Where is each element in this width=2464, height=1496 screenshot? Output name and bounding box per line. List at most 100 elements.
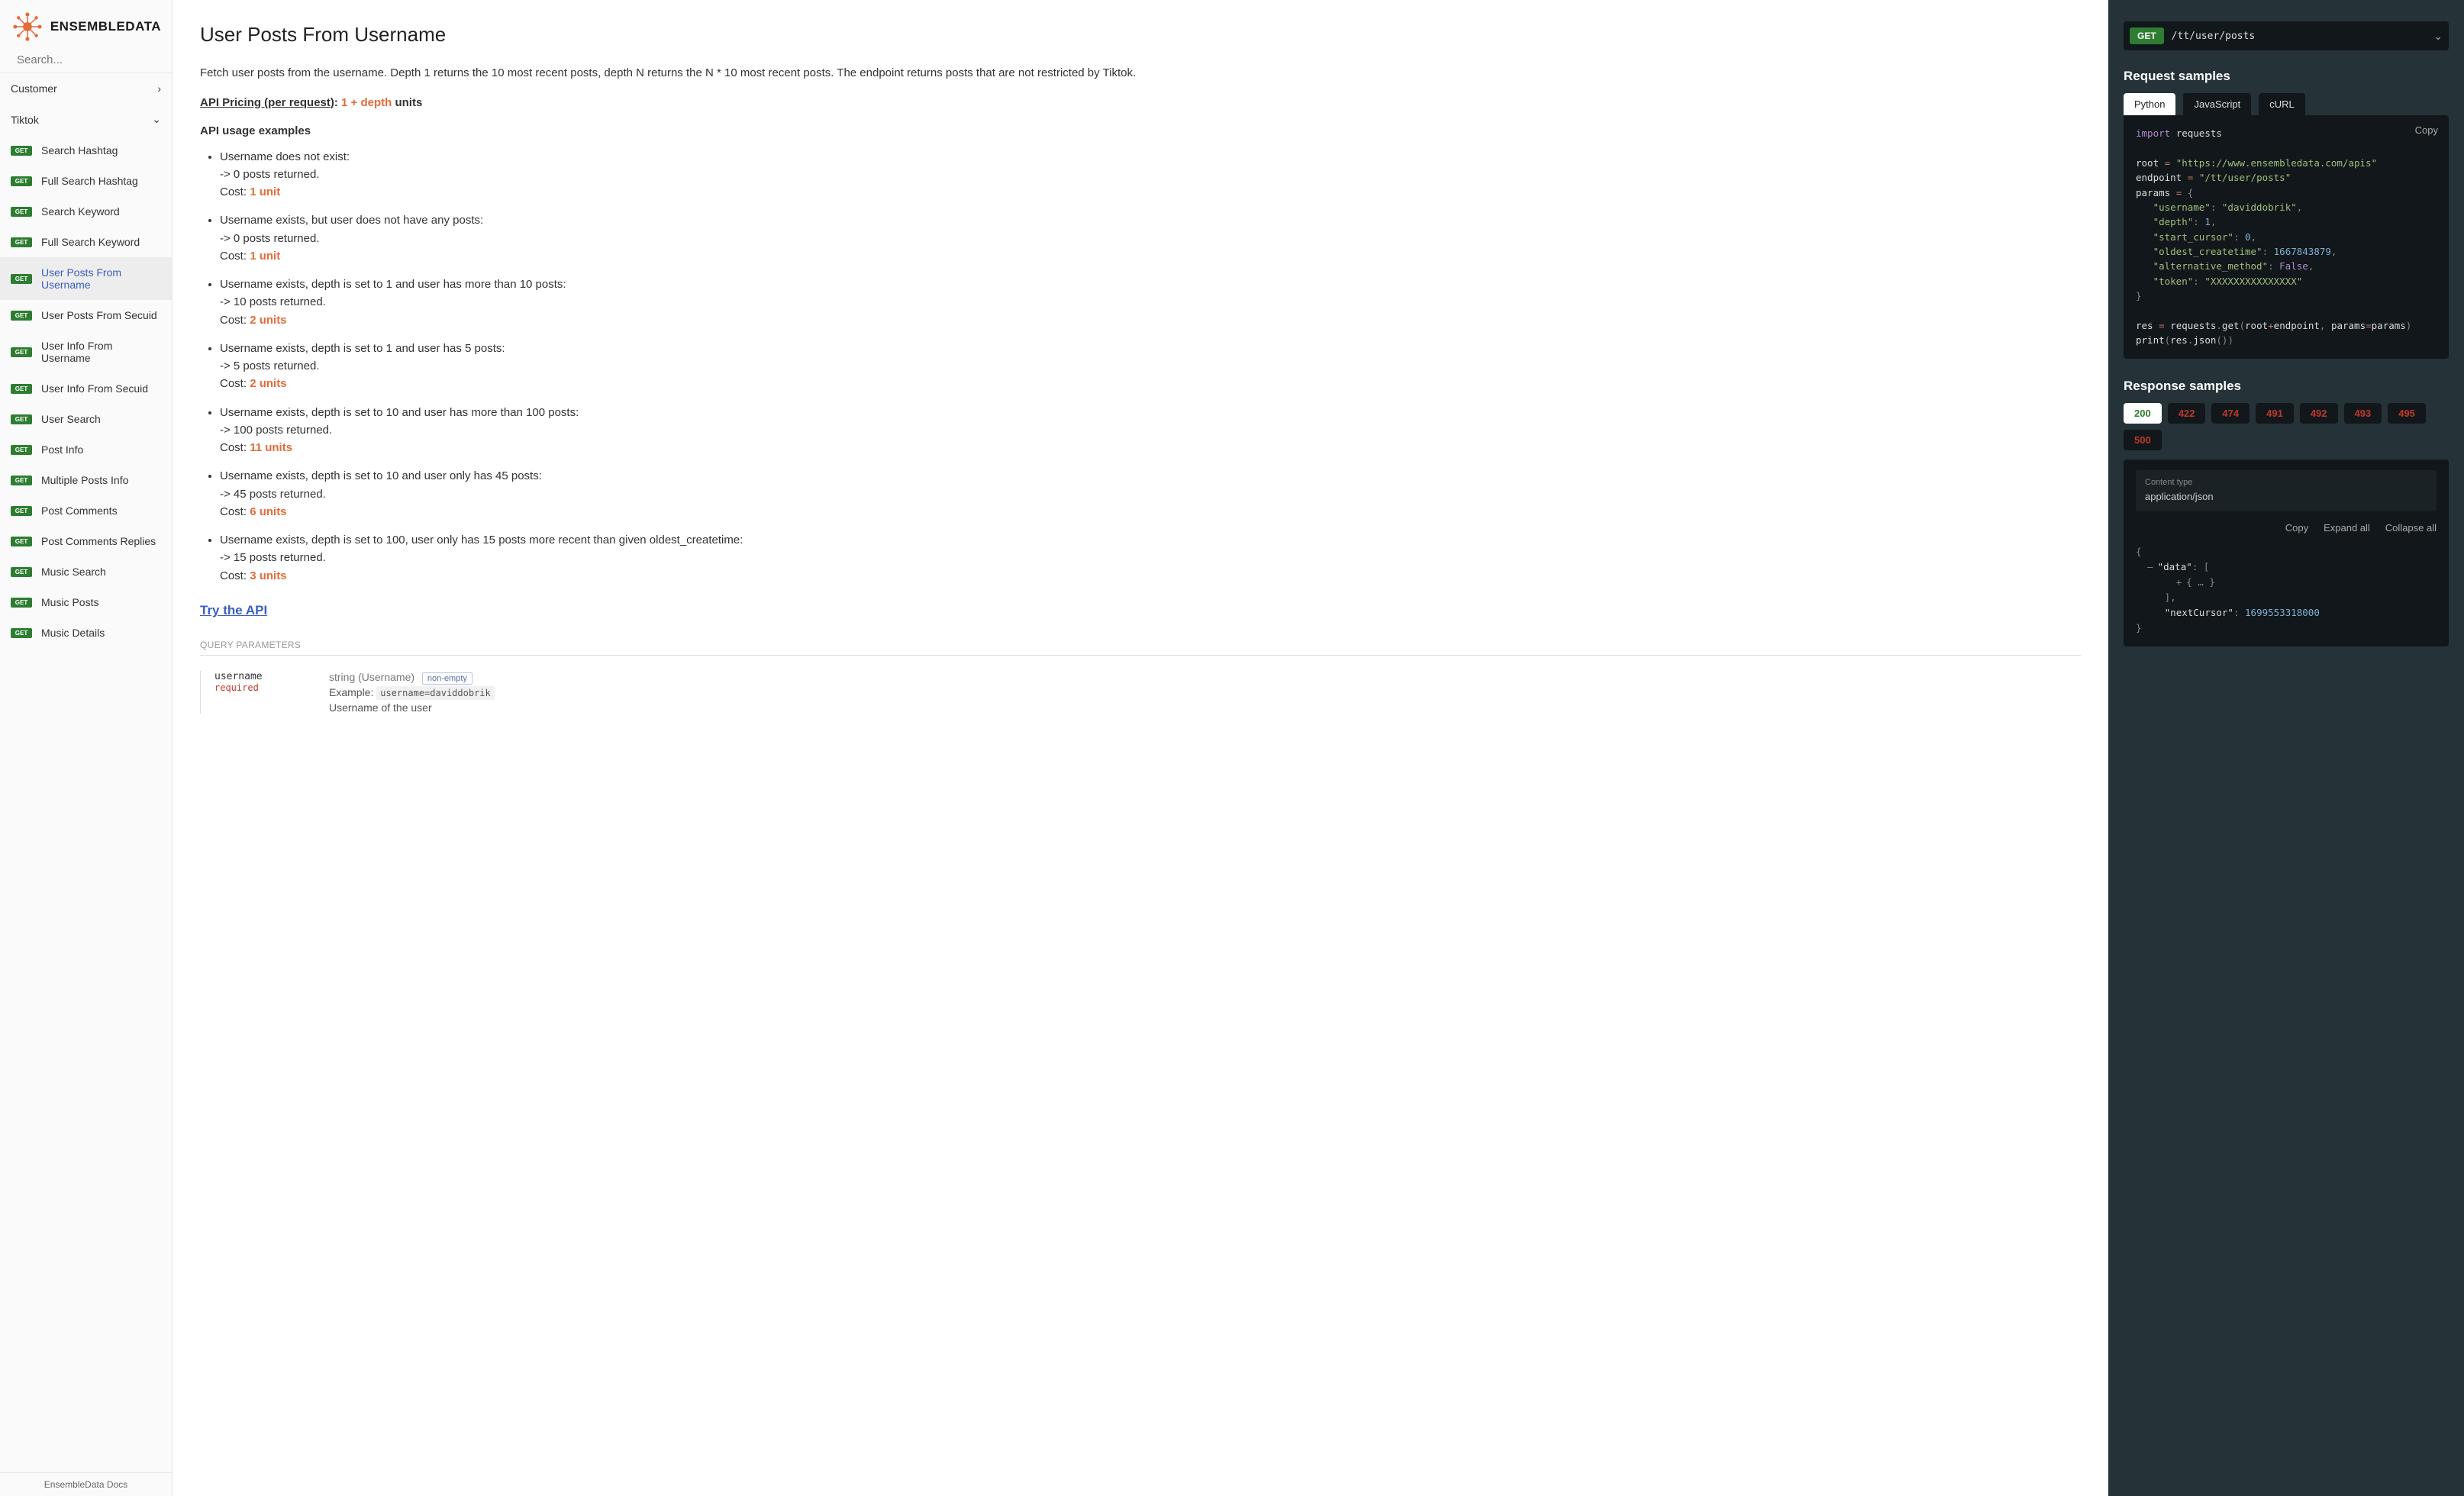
code-sample: Copyimport requests root = "https://www.… (2124, 115, 2449, 359)
search-row[interactable] (0, 53, 172, 73)
status-code-tab[interactable]: 492 (2300, 403, 2338, 424)
nav-item[interactable]: GETMusic Posts (0, 587, 172, 617)
param-type: string (Username) (329, 671, 414, 683)
method-badge: GET (11, 176, 32, 186)
endpoint-selector[interactable]: GET /tt/user/posts ⌄ (2124, 21, 2449, 50)
chevron-right-icon: › (157, 82, 161, 95)
section-customer[interactable]: Customer › (0, 73, 172, 104)
nonempty-badge: non-empty (422, 672, 472, 685)
example-item: Username does not exist:-> 0 posts retur… (220, 148, 2081, 202)
status-code-tab[interactable]: 495 (2388, 403, 2426, 424)
nav-item[interactable]: GET User Search (0, 404, 172, 434)
section-tiktok[interactable]: Tiktok ⌄ (0, 104, 172, 135)
nav-item-label: User Search (41, 413, 101, 425)
nav-item[interactable]: GET Post Info (0, 434, 172, 465)
endpoint-path: /tt/user/posts (2172, 31, 2427, 42)
section-label: Tiktok (11, 114, 39, 126)
language-tab[interactable]: JavaScript (2183, 93, 2251, 115)
brand-name: ENSEMBLEDATA (50, 19, 161, 34)
example-code: username=daviddobrik (376, 686, 495, 700)
samples-panel: GET /tt/user/posts ⌄ Request samples Pyt… (2108, 0, 2464, 1496)
sidebar: ENSEMBLEDATA Customer › Tiktok ⌄ GET Sear… (0, 0, 173, 1496)
param-required: required (214, 682, 306, 693)
example-item: Username exists, depth is set to 10 and … (220, 467, 2081, 521)
nav-item[interactable]: GETFull Search Keyword (0, 227, 172, 257)
status-code-tab[interactable]: 422 (2168, 403, 2206, 424)
nav-item-label: Post Info (41, 443, 83, 456)
nav-item[interactable]: GET User Info From Secuid (0, 373, 172, 404)
nav-item[interactable]: GET Full Search Hashtag (0, 166, 172, 196)
main-content: User Posts From Username Fetch user post… (173, 0, 2108, 1496)
method-badge: GET (11, 567, 32, 577)
chevron-down-icon: ⌄ (2433, 30, 2443, 43)
examples-list: Username does not exist:-> 0 posts retur… (200, 148, 2081, 585)
logo[interactable]: ENSEMBLEDATA (0, 0, 172, 53)
nav-item-label: Music Details (41, 627, 105, 639)
content-type-value: application/json (2145, 489, 2427, 505)
pricing-units: units (395, 96, 422, 109)
content-type-box[interactable]: Content type application/json (2136, 470, 2437, 511)
chevron-down-icon: ⌄ (152, 113, 161, 126)
language-tab[interactable]: Python (2124, 93, 2175, 115)
language-tab[interactable]: cURL (2259, 93, 2305, 115)
status-codes: 200 422474 491 492 493 495 500 (2124, 403, 2449, 450)
param-row-username: username required string (Username) non-… (200, 671, 2081, 714)
nav-item-label: Multiple Posts Info (41, 474, 128, 486)
status-code-tab[interactable]: 474 (2211, 403, 2250, 424)
nav-item[interactable]: GETPost Comments (0, 495, 172, 526)
example-item: Username exists, depth is set to 1 and u… (220, 340, 2081, 393)
param-name: username (214, 671, 306, 682)
method-badge: GET (11, 537, 32, 546)
nav-item-label: Full Search Hashtag (41, 175, 138, 187)
example-item: Username exists, depth is set to 100, us… (220, 531, 2081, 585)
nav-item[interactable]: GETPost Comments Replies (0, 526, 172, 556)
nav-item[interactable]: GET Search Hashtag (0, 135, 172, 166)
method-badge: GET (11, 445, 32, 455)
try-api-link[interactable]: Try the API (200, 603, 267, 618)
method-badge: GET (11, 146, 32, 156)
nav-item[interactable]: GET Music Details (0, 617, 172, 648)
nav-item-label: User Info From Secuid (41, 382, 148, 395)
method-badge: GET (11, 384, 32, 394)
method-badge: GET (11, 207, 32, 217)
nav-item[interactable]: GET Multiple Posts Info (0, 465, 172, 495)
nav: Customer › Tiktok ⌄ GETSearch HashtagGET… (0, 73, 172, 1472)
search-input[interactable] (17, 53, 169, 66)
nav-item-label: Full Search Keyword (41, 236, 140, 248)
status-code-tab[interactable]: 493 (2344, 403, 2382, 424)
logo-icon (11, 8, 44, 46)
example-label: Example: (329, 686, 373, 698)
expand-all-button[interactable]: Expand all (2324, 521, 2370, 537)
method-badge: GET (11, 274, 32, 284)
page-title: User Posts From Username (200, 23, 2081, 47)
request-samples-header: Request samples (2124, 69, 2449, 84)
copy-button[interactable]: Copy (2415, 123, 2438, 138)
method-badge: GET (2130, 27, 2164, 44)
method-badge: GET (11, 628, 32, 638)
nav-item-label: Search Hashtag (41, 144, 118, 156)
status-code-tab[interactable]: 491 (2256, 403, 2294, 424)
status-code-tab[interactable]: 200 (2124, 403, 2162, 424)
description: Fetch user posts from the username. Dept… (200, 65, 2081, 82)
nav-item[interactable]: GETUser Posts From Secuid (0, 300, 172, 330)
nav-item[interactable]: GETUser Info From Username (0, 330, 172, 373)
copy-button[interactable]: Copy (2285, 521, 2308, 537)
nav-item[interactable]: GET Search Keyword (0, 196, 172, 227)
method-badge: GET (11, 598, 32, 608)
example-item: Username exists, depth is set to 1 and u… (220, 276, 2081, 329)
nav-item-label: Post Comments (41, 505, 118, 517)
collapse-all-button[interactable]: Collapse all (2385, 521, 2437, 537)
nav-item-label: User Posts From Secuid (41, 309, 157, 321)
nav-item-label: Search Keyword (41, 205, 120, 218)
method-badge: GET (11, 414, 32, 424)
nav-item[interactable]: GET User Posts From Username (0, 257, 172, 300)
nav-item-label: Music Search (41, 566, 106, 578)
nav-item-label: User Posts From Username (41, 266, 161, 291)
method-badge: GET (11, 476, 32, 485)
query-params-header: QUERY PARAMETERS (200, 640, 2081, 656)
nav-item[interactable]: GET Music Search (0, 556, 172, 587)
response-samples-header: Response samples (2124, 379, 2449, 394)
response-box: Content type application/json Copy Expan… (2124, 459, 2449, 646)
status-code-tab[interactable]: 500 (2124, 430, 2162, 450)
pricing-link[interactable]: API Pricing (per request) (200, 96, 334, 109)
